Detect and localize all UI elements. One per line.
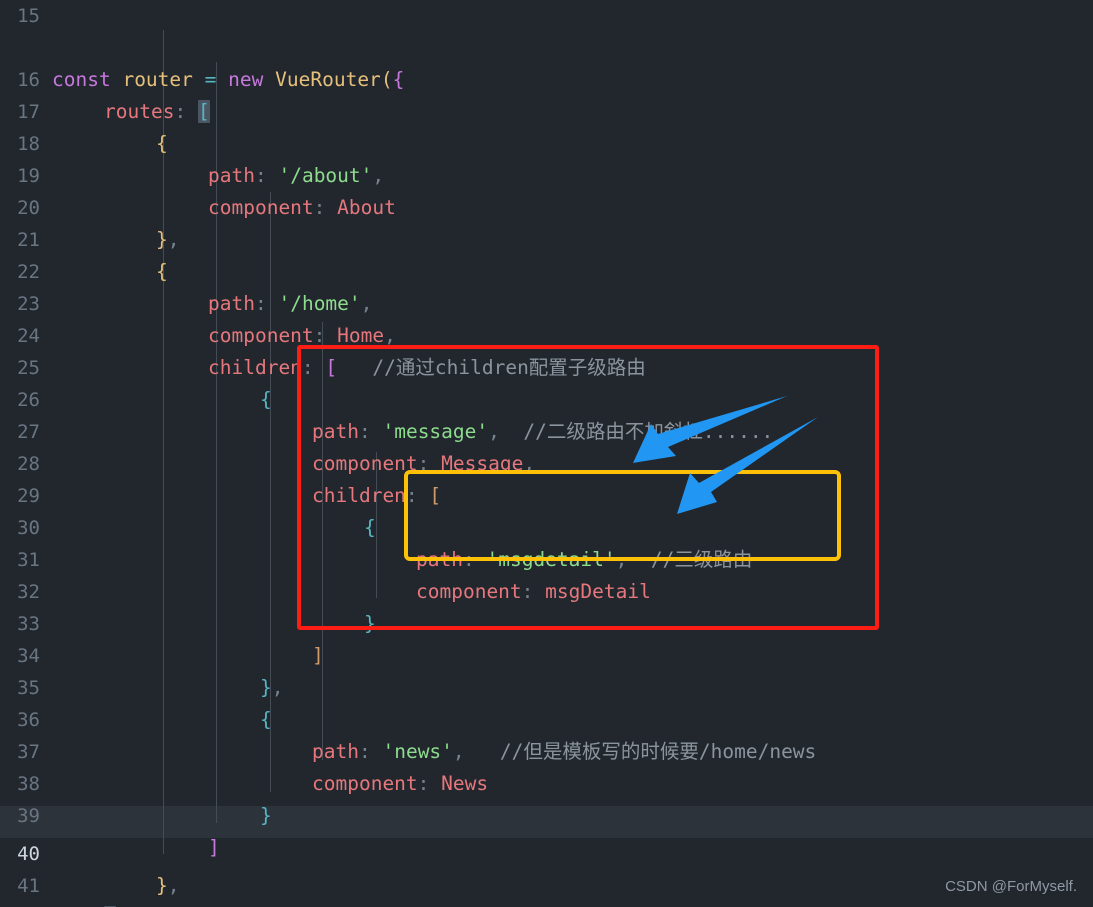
editor-surface[interactable]: 15 const router = new VueRouter({ 16 rou… — [0, 0, 1093, 907]
code-line[interactable]: 38 } — [0, 736, 1093, 827]
code-line-current[interactable]: 40 }, — [0, 806, 1093, 897]
code-line[interactable]: 39 ] — [0, 768, 1093, 859]
code-line[interactable]: 16 routes: [ — [0, 32, 1093, 123]
code-line[interactable]: 35 { — [0, 640, 1093, 731]
line-number: 15 — [17, 5, 40, 27]
line-number: 42 — [0, 902, 40, 907]
code-line[interactable]: 34 }, — [0, 608, 1093, 699]
code-line[interactable]: 28 children: [ — [0, 416, 1093, 507]
code-line[interactable]: 36 path: 'news', //但是模板写的时候要/home/news — [0, 672, 1093, 763]
csdn-watermark: CSDN @ForMyself. — [945, 878, 1077, 895]
code-line[interactable]: 25 { — [0, 320, 1093, 411]
code-line[interactable]: 33 ] — [0, 576, 1093, 667]
code-line[interactable]: 15 const router = new VueRouter({ — [0, 0, 1093, 91]
code-line[interactable]: 37 component: News — [0, 704, 1093, 795]
code-line[interactable]: 26 path: 'message', //二级路由不加斜杠...... — [0, 352, 1093, 443]
code-line[interactable]: 31 component: msgDetail — [0, 512, 1093, 603]
code-line[interactable]: 21 { — [0, 192, 1093, 283]
code-editor-screenshot: 15 const router = new VueRouter({ 16 rou… — [0, 0, 1093, 907]
code-line[interactable]: 27 component: Message, — [0, 384, 1093, 475]
code-line[interactable]: 41 ] — [0, 838, 1093, 907]
code-line[interactable]: 18 path: '/about', — [0, 96, 1093, 187]
code-line[interactable]: 32 } — [0, 544, 1093, 635]
code-line[interactable]: 42 }); — [0, 870, 1093, 902]
code-line[interactable]: 30 path: 'msgdetail', //三级路由 — [0, 480, 1093, 571]
code-line[interactable]: 20 }, — [0, 160, 1093, 251]
line-content: ] — [52, 902, 1093, 907]
code-line[interactable]: 19 component: About — [0, 128, 1093, 219]
code-line[interactable]: 23 component: Home, — [0, 256, 1093, 347]
code-line[interactable]: 22 path: '/home', — [0, 224, 1093, 315]
code-line[interactable]: 29 { — [0, 448, 1093, 539]
code-line[interactable]: 24 children: [ //通过children配置子级路由 — [0, 288, 1093, 379]
code-line[interactable]: 17 { — [0, 64, 1093, 155]
